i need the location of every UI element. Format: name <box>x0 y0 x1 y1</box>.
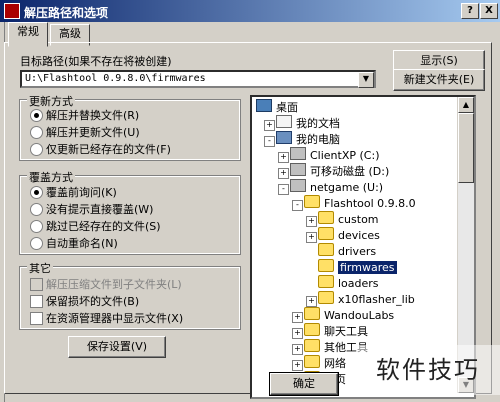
tree-item-custom[interactable]: custom <box>318 211 379 227</box>
tree-item-drivers[interactable]: drivers <box>318 243 376 259</box>
drive-icon <box>290 163 306 176</box>
checkbox-show-in-explorer-label[interactable]: 在资源管理器中显示文件(X) <box>46 310 183 326</box>
folder-icon <box>318 291 334 304</box>
overwrite-mode-title: 覆盖方式 <box>27 169 75 185</box>
folder-icon <box>304 195 320 208</box>
title-bar[interactable]: 解压路径和选项 ? X <box>0 0 500 22</box>
app-icon <box>4 3 20 19</box>
radio-overwrite-without-prompt-label[interactable]: 没有提示直接覆盖(W) <box>46 201 153 217</box>
documents-icon <box>276 115 292 128</box>
chevron-down-icon[interactable]: ▼ <box>358 72 374 88</box>
tree-item-my-computer[interactable]: 我的电脑 <box>276 131 340 147</box>
target-path-label: 目标路径(如果不存在将被创建) <box>20 55 172 68</box>
radio-update-existing-label[interactable]: 仅更新已经存在的文件(F) <box>46 141 171 157</box>
desktop-icon <box>256 99 272 112</box>
checkbox-keep-broken-files[interactable] <box>30 295 43 308</box>
watermark: 软件技巧 <box>356 345 500 395</box>
expand-icon[interactable]: + <box>264 120 275 131</box>
folder-icon <box>318 259 334 272</box>
target-path-input[interactable]: U:\Flashtool 0.9.8.0\firmwares ▼ <box>20 70 376 88</box>
tree-item-x10flasher-lib[interactable]: x10flasher_lib <box>318 291 415 307</box>
radio-extract-replace-label[interactable]: 解压并替换文件(R) <box>46 107 139 123</box>
expand-icon[interactable]: + <box>306 296 317 307</box>
checkbox-extract-to-subfolder[interactable] <box>30 278 43 291</box>
folder-icon <box>304 323 320 336</box>
radio-ask-before-overwrite[interactable] <box>30 186 43 199</box>
folder-icon <box>318 227 334 240</box>
tree-item-desktop[interactable]: 桌面 <box>256 99 298 115</box>
computer-icon <box>276 131 292 144</box>
tree-item-chat-tools[interactable]: 聊天工具 <box>304 323 368 339</box>
extract-dialog: 解压路径和选项 ? X 常规 高级 目标路径(如果不存在将被创建) U:\Fla… <box>0 0 500 402</box>
expand-icon[interactable]: + <box>292 344 303 355</box>
tab-general[interactable]: 常规 <box>8 22 48 47</box>
radio-extract-replace[interactable] <box>30 109 43 122</box>
folder-icon <box>318 211 334 224</box>
checkbox-show-in-explorer[interactable] <box>30 312 43 325</box>
scrollbar-thumb[interactable] <box>458 113 474 183</box>
tree-item-drive-u[interactable]: netgame (U:) <box>290 179 383 195</box>
collapse-icon[interactable]: - <box>264 136 275 147</box>
tree-item-drive-d[interactable]: 可移动磁盘 (D:) <box>290 163 389 179</box>
expand-icon[interactable]: + <box>278 152 289 163</box>
target-path-value: U:\Flashtool 0.9.8.0\firmwares <box>25 73 206 84</box>
help-button[interactable]: ? <box>461 3 479 19</box>
expand-icon[interactable]: + <box>306 216 317 227</box>
radio-ask-before-overwrite-label[interactable]: 覆盖前询问(K) <box>46 184 117 200</box>
folder-icon <box>304 355 320 368</box>
folder-icon <box>304 307 320 320</box>
save-settings-button[interactable]: 保存设置(V) <box>68 336 166 358</box>
radio-skip-existing[interactable] <box>30 220 43 233</box>
expand-icon[interactable]: + <box>292 328 303 339</box>
folder-icon <box>318 275 334 288</box>
collapse-icon[interactable]: - <box>278 184 289 195</box>
radio-auto-rename-label[interactable]: 自动重命名(N) <box>46 235 118 251</box>
close-button[interactable]: X <box>480 3 498 19</box>
expand-icon[interactable]: + <box>292 312 303 323</box>
radio-extract-update[interactable] <box>30 126 43 139</box>
tree-item-drive-c[interactable]: ClientXP (C:) <box>290 147 379 163</box>
tree-item-firmwares[interactable]: firmwares <box>318 259 397 275</box>
tree-item-network[interactable]: 网络 <box>304 355 346 371</box>
misc-title: 其它 <box>27 260 53 276</box>
radio-auto-rename[interactable] <box>30 237 43 250</box>
new-folder-button[interactable]: 新建文件夹(E) <box>393 69 485 91</box>
drive-icon <box>290 179 306 192</box>
tree-item-wandoulabs[interactable]: WandouLabs <box>304 307 394 323</box>
radio-skip-existing-label[interactable]: 跳过已经存在的文件(S) <box>46 218 161 234</box>
expand-icon[interactable]: + <box>306 232 317 243</box>
tree-item-loaders[interactable]: loaders <box>318 275 379 291</box>
checkbox-extract-to-subfolder-label[interactable]: 解压压缩文件到子文件夹(L) <box>46 276 182 292</box>
tree-item-flashtool[interactable]: Flashtool 0.9.8.0 <box>304 195 416 211</box>
radio-update-existing[interactable] <box>30 143 43 156</box>
drive-icon <box>290 147 306 160</box>
tree-item-my-documents[interactable]: 我的文档 <box>276 115 340 131</box>
checkbox-keep-broken-files-label[interactable]: 保留损坏的文件(B) <box>46 293 139 309</box>
radio-overwrite-without-prompt[interactable] <box>30 203 43 216</box>
radio-extract-update-label[interactable]: 解压并更新文件(U) <box>46 124 140 140</box>
window-title: 解压路径和选项 <box>24 6 109 20</box>
scroll-up-icon[interactable]: ▲ <box>458 97 474 113</box>
expand-icon[interactable]: + <box>292 360 303 371</box>
tree-item-devices[interactable]: devices <box>318 227 380 243</box>
folder-icon <box>304 339 320 352</box>
ok-button[interactable]: 确定 <box>269 372 339 396</box>
collapse-icon[interactable]: - <box>292 200 303 211</box>
folder-icon <box>318 243 334 256</box>
expand-icon[interactable]: + <box>278 168 289 179</box>
